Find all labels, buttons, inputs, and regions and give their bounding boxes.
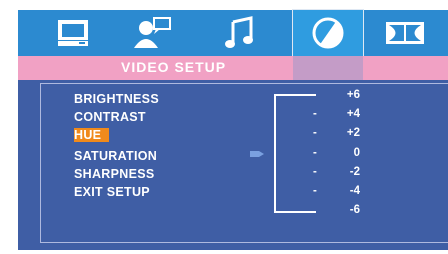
- scale-value[interactable]: -6: [332, 204, 360, 216]
- scale-dash: -: [313, 185, 317, 197]
- active-tab-indicator: [293, 56, 363, 80]
- speaker-person-icon: [134, 17, 171, 48]
- tab-general[interactable]: [38, 10, 108, 56]
- scale-dash: -: [313, 127, 317, 139]
- scale-value[interactable]: -2: [332, 166, 360, 178]
- scale-dash: -: [313, 108, 317, 120]
- value-scale-line: [274, 94, 276, 213]
- scale-top-bracket: [274, 94, 316, 96]
- scale-value[interactable]: +4: [332, 108, 360, 120]
- menu-item-exit-setup[interactable]: EXIT SETUP: [74, 185, 150, 199]
- scale-value[interactable]: +2: [332, 127, 360, 139]
- tab-audio[interactable]: [118, 10, 188, 56]
- monitor-icon: [58, 20, 88, 46]
- tab-dolby[interactable]: [370, 10, 440, 56]
- menu-item-contrast[interactable]: CONTRAST: [74, 110, 146, 124]
- menu-item-saturation[interactable]: SATURATION: [74, 149, 157, 163]
- scale-value-current[interactable]: 0: [332, 147, 360, 159]
- settings-frame: [40, 83, 448, 243]
- title-bar: VIDEO SETUP: [18, 56, 448, 80]
- scale-dash: -: [313, 147, 317, 159]
- menu-item-hue[interactable]: HUE: [74, 128, 110, 142]
- video-disc-icon: [312, 17, 344, 49]
- menu-item-sharpness[interactable]: SHARPNESS: [74, 167, 155, 181]
- page-title: VIDEO SETUP: [121, 59, 227, 75]
- tab-music[interactable]: [205, 10, 275, 56]
- scale-value[interactable]: -4: [332, 185, 360, 197]
- tab-video[interactable]: [292, 9, 364, 57]
- pointer-arrow-icon: [250, 151, 264, 157]
- menu-item-brightness[interactable]: BRIGHTNESS: [74, 92, 159, 106]
- music-note-icon: [225, 16, 253, 48]
- scale-bottom-bracket: [274, 211, 316, 213]
- dolby-icon: [386, 22, 424, 44]
- scale-value[interactable]: +6: [332, 89, 360, 101]
- scale-dash: -: [313, 166, 317, 178]
